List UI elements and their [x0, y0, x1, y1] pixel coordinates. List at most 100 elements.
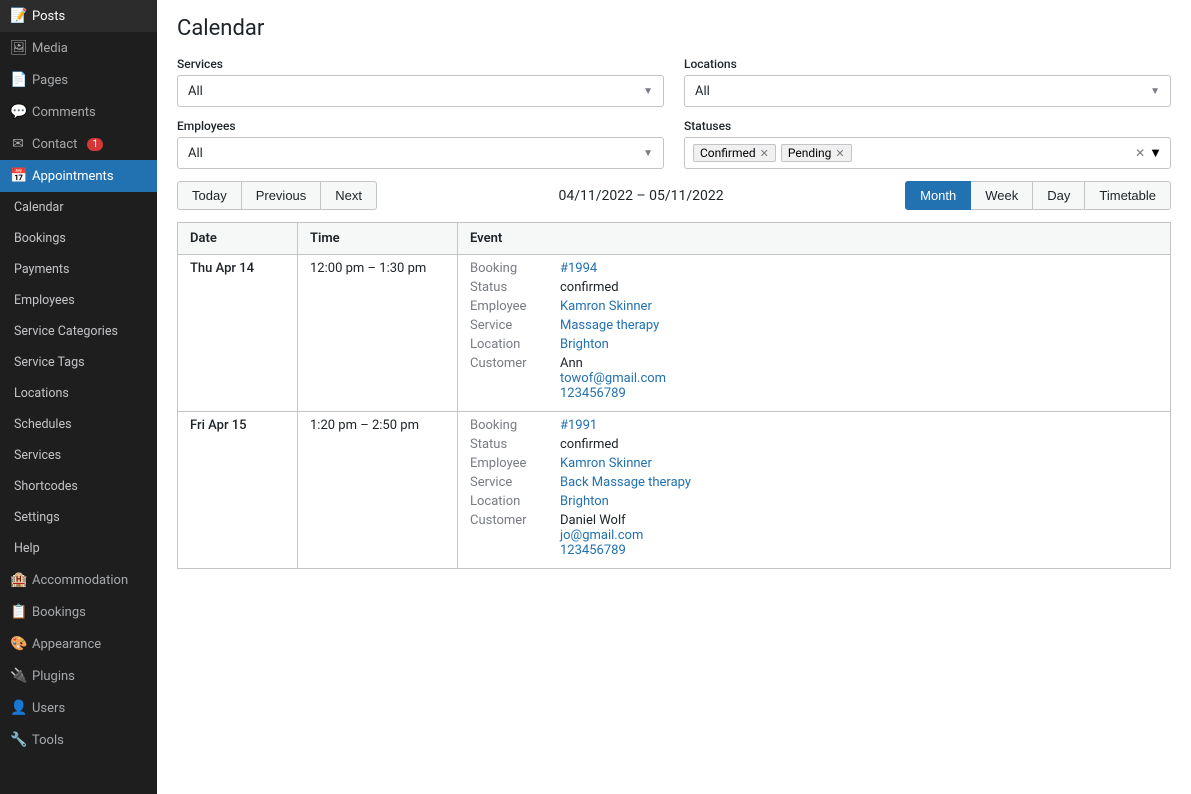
event-label-booking-id-1: Booking	[470, 418, 560, 433]
event-value-employee-0[interactable]: Kamron Skinner	[560, 299, 652, 314]
sidebar-item-label-locations: Locations	[14, 386, 69, 401]
row-date-0: Thu Apr 14	[178, 255, 298, 412]
event-link-booking-id-0[interactable]: #1994	[560, 261, 597, 276]
event-value-location-0[interactable]: Brighton	[560, 337, 609, 352]
status-tag-confirmed-label: Confirmed	[700, 146, 756, 160]
event-link-employee-1[interactable]: Kamron Skinner	[560, 456, 652, 471]
statuses-clear-icon[interactable]: ✕	[1135, 146, 1145, 160]
event-field-status-0: Statusconfirmed	[470, 280, 1158, 295]
status-tag-pending-remove[interactable]: ✕	[835, 147, 844, 160]
event-link-service-0[interactable]: Massage therapy	[560, 318, 659, 333]
customer-phone-0[interactable]: 123456789	[560, 386, 666, 401]
services-select[interactable]: All ▼	[177, 75, 664, 107]
sidebar-item-label-plugins: Plugins	[32, 669, 75, 684]
sidebar-item-payments[interactable]: Payments	[0, 254, 157, 285]
sidebar-item-settings[interactable]: Settings	[0, 502, 157, 533]
sidebar-item-locations[interactable]: Locations	[0, 378, 157, 409]
customer-email-0[interactable]: towof@gmail.com	[560, 371, 666, 386]
sidebar-item-help[interactable]: Help	[0, 533, 157, 564]
sidebar-item-employees[interactable]: Employees	[0, 285, 157, 316]
next-button[interactable]: Next	[321, 181, 377, 210]
employees-label: Employees	[177, 119, 664, 133]
event-value-status-0: confirmed	[560, 280, 619, 295]
sidebar-item-label-shortcodes: Shortcodes	[14, 479, 78, 494]
locations-filter-group: Locations All ▼	[684, 57, 1171, 107]
sidebar-item-tools[interactable]: 🔧Tools	[0, 724, 157, 756]
sidebar-item-appointments[interactable]: 📅Appointments	[0, 160, 157, 192]
table-row: Thu Apr 1412:00 pm – 1:30 pmBooking#1994…	[178, 255, 1171, 412]
sidebar-item-contact[interactable]: ✉Contact1	[0, 128, 157, 160]
employees-value: All	[188, 146, 203, 161]
sidebar-item-bookings[interactable]: Bookings	[0, 223, 157, 254]
sidebar-item-calendar[interactable]: Calendar	[0, 192, 157, 223]
sidebar-item-users[interactable]: 👤Users	[0, 692, 157, 724]
customer-phone-1[interactable]: 123456789	[560, 543, 643, 558]
event-link-service-1[interactable]: Back Massage therapy	[560, 475, 691, 490]
status-tag-pending-label: Pending	[788, 146, 832, 160]
employees-select[interactable]: All ▼	[177, 137, 664, 169]
plugins-icon: 🔌	[10, 668, 26, 684]
view-month-button[interactable]: Month	[905, 181, 971, 210]
event-value-booking-id-1[interactable]: #1991	[560, 418, 597, 433]
col-event: Event	[458, 223, 1171, 255]
previous-button[interactable]: Previous	[242, 181, 322, 210]
employees-filter-group: Employees All ▼	[177, 119, 664, 169]
event-field-employee-0: EmployeeKamron Skinner	[470, 299, 1158, 314]
sidebar-item-services[interactable]: Services	[0, 440, 157, 471]
col-date: Date	[178, 223, 298, 255]
customer-name-1: Daniel Wolf	[560, 513, 643, 528]
customer-email-1[interactable]: jo@gmail.com	[560, 528, 643, 543]
event-link-employee-0[interactable]: Kamron Skinner	[560, 299, 652, 314]
sidebar-item-plugins[interactable]: 🔌 Plugins	[0, 660, 157, 692]
event-link-location-0[interactable]: Brighton	[560, 337, 609, 352]
row-time-1: 1:20 pm – 2:50 pm	[298, 412, 458, 569]
sidebar-item-label-employees: Employees	[14, 293, 75, 308]
calendar-nav: Today Previous Next 04/11/2022 – 05/11/2…	[177, 181, 1171, 210]
status-tag-confirmed-remove[interactable]: ✕	[760, 147, 769, 160]
bookings2-icon: 📋	[10, 604, 26, 620]
event-value-service-0[interactable]: Massage therapy	[560, 318, 659, 333]
posts-icon: 📝	[10, 8, 26, 24]
today-button[interactable]: Today	[177, 181, 242, 210]
sidebar-item-bookings2[interactable]: 📋Bookings	[0, 596, 157, 628]
locations-select[interactable]: All ▼	[684, 75, 1171, 107]
main-content: Calendar Services All ▼ Locations All ▼ …	[157, 0, 1191, 794]
event-label-status-0: Status	[470, 280, 560, 295]
statuses-chevron-icon: ▼	[1149, 145, 1162, 161]
users-icon: 👤	[10, 700, 26, 716]
event-value-booking-id-0[interactable]: #1994	[560, 261, 597, 276]
statuses-filter-group: Statuses Confirmed ✕ Pending ✕ ✕ ▼	[684, 119, 1171, 169]
sidebar-item-schedules[interactable]: Schedules	[0, 409, 157, 440]
view-week-button[interactable]: Week	[971, 181, 1033, 210]
customer-value-0: Anntowof@gmail.com123456789	[560, 356, 666, 401]
sidebar-item-comments[interactable]: 💬 Comments	[0, 96, 157, 128]
event-label-service-1: Service	[470, 475, 560, 490]
sidebar-item-service-categories[interactable]: Service Categories	[0, 316, 157, 347]
sidebar-item-pages[interactable]: 📄 Pages	[0, 64, 157, 96]
sidebar-item-shortcodes[interactable]: Shortcodes	[0, 471, 157, 502]
statuses-select[interactable]: Confirmed ✕ Pending ✕ ✕ ▼	[684, 137, 1171, 169]
event-value-employee-1[interactable]: Kamron Skinner	[560, 456, 652, 471]
view-day-button[interactable]: Day	[1033, 181, 1085, 210]
event-link-location-1[interactable]: Brighton	[560, 494, 609, 509]
event-link-booking-id-1[interactable]: #1991	[560, 418, 597, 433]
sidebar-item-accommodation[interactable]: 🏨Accommodation	[0, 564, 157, 596]
view-timetable-button[interactable]: Timetable	[1085, 181, 1171, 210]
event-value-location-1[interactable]: Brighton	[560, 494, 609, 509]
event-customer-row-0: CustomerAnntowof@gmail.com123456789	[470, 356, 1158, 401]
customer-label-1: Customer	[470, 513, 560, 558]
view-buttons: Month Week Day Timetable	[905, 181, 1171, 210]
sidebar-item-label-pages: Pages	[32, 73, 68, 88]
event-value-service-1[interactable]: Back Massage therapy	[560, 475, 691, 490]
sidebar-item-posts[interactable]: 📝Posts	[0, 0, 157, 32]
sidebar-item-appearance[interactable]: 🎨Appearance	[0, 628, 157, 660]
sidebar-item-label-comments: Comments	[32, 105, 96, 120]
sidebar-item-label-accommodation: Accommodation	[32, 573, 128, 588]
calendar-table: Date Time Event Thu Apr 1412:00 pm – 1:3…	[177, 222, 1171, 569]
comments-icon: 💬	[10, 104, 26, 120]
pages-icon: 📄	[10, 72, 26, 88]
row-event-0: Booking#1994 Statusconfirmed EmployeeKamro…	[458, 255, 1171, 412]
event-field-booking-id-0: Booking#1994	[470, 261, 1158, 276]
sidebar-item-service-tags[interactable]: Service Tags	[0, 347, 157, 378]
sidebar-item-media[interactable]: 🖼Media	[0, 32, 157, 64]
